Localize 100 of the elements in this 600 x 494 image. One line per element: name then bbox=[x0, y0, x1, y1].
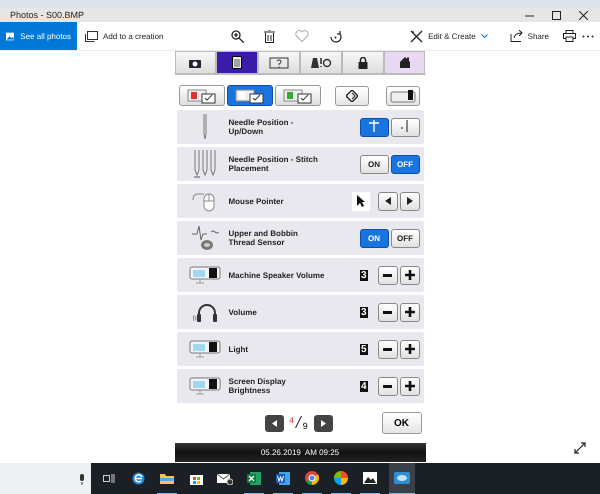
lock-icon bbox=[358, 56, 368, 68]
page-indicator: 4 9 bbox=[288, 416, 309, 430]
sewing-machine-icon bbox=[188, 375, 222, 397]
sewing-machine-icon bbox=[188, 264, 222, 286]
zoom-icon bbox=[231, 30, 244, 42]
heart-icon bbox=[295, 30, 310, 42]
setting-label: Needle Position - Up/Down bbox=[228, 118, 294, 136]
plus-icon bbox=[404, 307, 414, 317]
thread-sensor-icon bbox=[190, 224, 218, 252]
maximize-icon bbox=[552, 10, 561, 20]
rotate-icon bbox=[329, 30, 342, 42]
minus-button[interactable] bbox=[378, 376, 398, 396]
pinwheel-icon bbox=[334, 471, 348, 485]
previous-page-button[interactable] bbox=[264, 414, 284, 432]
off-button[interactable]: OFF bbox=[390, 154, 420, 174]
printer-icon bbox=[563, 30, 576, 42]
share-button[interactable]: Share bbox=[502, 30, 557, 42]
setting-label: Machine Speaker Volume bbox=[228, 270, 324, 280]
slash-icon bbox=[294, 416, 302, 428]
previous-button[interactable] bbox=[378, 192, 398, 210]
setting-label: Upper and Bobbin Thread Sensor bbox=[228, 229, 299, 247]
setting-label: Mouse Pointer bbox=[228, 196, 285, 206]
category-tab[interactable] bbox=[274, 85, 320, 106]
chevron-down-icon bbox=[480, 34, 488, 38]
value-display: 3 bbox=[360, 270, 368, 280]
trash-icon bbox=[264, 30, 276, 42]
minus-button[interactable] bbox=[378, 266, 398, 284]
more-icon bbox=[582, 34, 594, 38]
plus-button[interactable] bbox=[400, 376, 420, 396]
needles-icon bbox=[192, 150, 218, 178]
screen-tab[interactable] bbox=[300, 51, 342, 74]
left-triangle-icon bbox=[384, 197, 390, 205]
sewing-machine-icon bbox=[390, 88, 416, 102]
browser-e-icon bbox=[132, 472, 144, 484]
screen-tab[interactable] bbox=[174, 51, 216, 74]
machine-button[interactable] bbox=[386, 86, 420, 106]
screen-tab[interactable] bbox=[384, 51, 426, 74]
minus-icon bbox=[383, 274, 392, 276]
needle-icon bbox=[202, 114, 208, 140]
see-all-photos-button[interactable]: See all photos bbox=[0, 22, 77, 50]
pointer-icon bbox=[356, 195, 365, 207]
page-icon bbox=[232, 56, 242, 69]
minus-icon bbox=[383, 348, 392, 350]
setting-label: Volume bbox=[228, 308, 258, 316]
screen-tab[interactable] bbox=[342, 51, 384, 74]
value-display: 3 bbox=[360, 306, 368, 318]
plus-button[interactable] bbox=[400, 266, 420, 284]
sewing-machine-icon bbox=[188, 338, 222, 360]
camera-icon bbox=[189, 58, 202, 68]
next-page-button[interactable] bbox=[314, 414, 332, 432]
headphones-icon bbox=[192, 301, 218, 323]
plus-icon bbox=[404, 270, 414, 280]
share-icon bbox=[510, 30, 523, 42]
category-tab[interactable] bbox=[226, 85, 272, 106]
category-tab[interactable] bbox=[178, 85, 224, 106]
folder-icon bbox=[160, 472, 174, 484]
minus-button[interactable] bbox=[378, 340, 398, 358]
setting-label: Light bbox=[228, 344, 250, 354]
circle-logo-icon bbox=[305, 471, 319, 485]
edit-tools-icon bbox=[410, 30, 424, 42]
envelope-icon bbox=[217, 472, 233, 484]
value-display: 4 bbox=[360, 380, 368, 392]
settings-category-icon bbox=[186, 88, 216, 104]
screen-tab[interactable] bbox=[258, 51, 300, 74]
needle-icon bbox=[367, 119, 381, 133]
needle-up-button[interactable] bbox=[360, 118, 388, 136]
taskbar-app[interactable] bbox=[389, 463, 415, 494]
document-icon bbox=[276, 472, 290, 484]
task-view-icon bbox=[103, 472, 115, 484]
edit-create-button[interactable]: Edit & Create bbox=[402, 30, 496, 42]
diamond-icon bbox=[346, 90, 358, 102]
needle-down-button[interactable] bbox=[390, 118, 420, 136]
plus-icon bbox=[404, 344, 414, 354]
minus-button[interactable] bbox=[378, 302, 398, 322]
microphone-icon bbox=[79, 474, 85, 484]
settings-category-icon bbox=[282, 88, 312, 104]
next-button[interactable] bbox=[400, 192, 420, 210]
reset-button[interactable] bbox=[335, 86, 369, 106]
monitor-icon bbox=[394, 472, 410, 484]
right-triangle-icon bbox=[406, 197, 412, 205]
spreadsheet-icon bbox=[247, 472, 261, 484]
left-triangle-icon bbox=[272, 420, 276, 426]
setting-label: Screen Display Brightness bbox=[228, 377, 287, 395]
home-icon bbox=[400, 57, 410, 68]
plus-button[interactable] bbox=[400, 340, 420, 358]
settings-category-icon bbox=[234, 88, 264, 104]
value-display: 5 bbox=[360, 344, 368, 354]
screen-tab[interactable] bbox=[216, 51, 258, 74]
on-button[interactable]: ON bbox=[360, 228, 388, 248]
plus-icon bbox=[404, 381, 414, 391]
off-button[interactable]: OFF bbox=[390, 228, 420, 248]
add-to-creation-button[interactable]: Add to a creation bbox=[77, 30, 172, 42]
close-icon bbox=[579, 10, 588, 20]
album-icon bbox=[85, 30, 98, 42]
ok-button[interactable]: OK bbox=[382, 412, 422, 434]
plus-button[interactable] bbox=[400, 302, 420, 322]
help-icon bbox=[269, 56, 290, 68]
minus-icon bbox=[383, 310, 392, 314]
on-button[interactable]: ON bbox=[360, 154, 388, 174]
picture-icon bbox=[6, 30, 14, 42]
